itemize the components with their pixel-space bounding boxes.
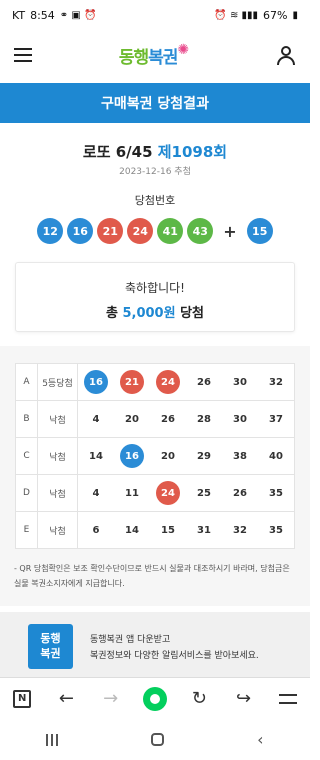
ticket-number: 26 (233, 487, 247, 499)
game-rank: 낙첨 (37, 400, 78, 438)
qr-notice: - QR 당첨확인은 보조 확인수단이므로 반드시 실물과 대조하시기 바라며,… (14, 564, 290, 588)
game-id: A (15, 363, 38, 401)
matched-number: 24 (156, 370, 180, 394)
ticket-number: 4 (92, 413, 100, 425)
green-dot-button[interactable] (140, 684, 170, 714)
game-rank: 낙첨 (37, 474, 78, 512)
ticket-number: 32 (269, 376, 283, 388)
back-arrow-icon[interactable]: ← (51, 684, 81, 714)
naver-home-button[interactable]: N (7, 684, 37, 714)
app-logo-icon: 동행 복권 (28, 624, 73, 669)
ticket-number: 32 (233, 524, 247, 536)
game-row: E 낙첨 6 14 15 31 32 35 (15, 511, 295, 549)
game-id: D (15, 474, 38, 512)
game-row: C 낙첨 14 16 20 29 38 40 (15, 437, 295, 475)
signal-icons: ⏰ ≋ ▮▮▮ (214, 9, 259, 21)
congrats-message: 축하합니다! (124, 281, 185, 295)
ticket-number: 26 (161, 413, 175, 425)
game-row: B 낙첨 4 20 26 28 30 37 (15, 400, 295, 438)
prize-summary: 총 5,000원 당첨 (105, 306, 205, 321)
bonus-ball: 15 (246, 218, 273, 244)
site-logo[interactable]: 동행복권 ✺ (119, 42, 190, 68)
winning-ball: 43 (187, 218, 214, 244)
game-numbers: 4 20 26 28 30 37 (77, 400, 295, 438)
site-header: 동행복권 ✺ (0, 30, 310, 80)
result-box: 축하합니다! 총 5,000원 당첨 (15, 262, 295, 332)
ticket-number: 20 (161, 450, 175, 462)
status-bar: KT 8:54 ⚭ ▣ ⏰ ⏰ ≋ ▮▮▮ 67% ▮ (0, 0, 310, 30)
refresh-icon[interactable]: ↻ (184, 684, 214, 714)
prize-amount: 5,000원 (122, 306, 176, 321)
plus-sign: + (223, 221, 237, 241)
game-id: E (15, 511, 38, 549)
matched-number: 21 (120, 370, 144, 394)
matched-number: 16 (84, 370, 108, 394)
promo-text: 동행복권 앱 다운받고 복권정보와 다양한 알림서비스를 받아보세요. (90, 635, 259, 661)
ticket-results-table: A 5등당첨 16 21 24 26 30 32 B 낙첨 4 20 26 28 30 37 C 낙첨 14 16 20… (15, 363, 295, 549)
home-icon[interactable] (151, 733, 165, 746)
winning-numbers-label: 당첨번호 (134, 194, 176, 207)
game-numbers: 14 16 20 29 38 40 (77, 437, 295, 475)
ticket-number: 40 (269, 450, 283, 462)
game-numbers: 16 21 24 26 30 32 (77, 363, 295, 401)
game-rank: 낙첨 (37, 511, 78, 549)
winning-ball: 12 (37, 218, 64, 244)
page-title: 구매복권 당첨결과 (0, 83, 310, 123)
ticket-number: 14 (89, 450, 103, 462)
winning-ball: 16 (67, 218, 94, 244)
draw-round: 제1098회 (157, 143, 228, 161)
ticket-number: 30 (233, 413, 247, 425)
matched-number: 16 (120, 444, 144, 468)
ticket-number: 4 (92, 487, 100, 499)
game-numbers: 4 11 24 25 26 35 (77, 474, 295, 512)
matched-number: 24 (156, 481, 180, 505)
battery-level: 67% (263, 8, 288, 22)
ticket-number: 6 (92, 524, 100, 536)
game-row: D 낙첨 4 11 24 25 26 35 (15, 474, 295, 512)
ticket-number: 15 (161, 524, 175, 536)
winning-ball: 24 (127, 218, 154, 244)
winning-ball: 41 (157, 218, 184, 244)
recent-apps-icon[interactable] (46, 733, 59, 746)
back-icon[interactable]: ‹ (257, 730, 263, 749)
ticket-number: 37 (269, 413, 283, 425)
ticket-number: 35 (269, 524, 283, 536)
ticket-number: 14 (125, 524, 139, 536)
winning-numbers: 12 16 21 24 41 43 + 15 (0, 218, 310, 244)
ticket-number: 38 (233, 450, 247, 462)
game-id: C (15, 437, 38, 475)
ticket-number: 31 (197, 524, 211, 536)
game-row: A 5등당첨 16 21 24 26 30 32 (15, 363, 295, 401)
ticket-number: 28 (197, 413, 211, 425)
ticket-number: 30 (233, 376, 247, 388)
browser-toolbar: N ← → ↻ ↪ (0, 677, 310, 719)
game-name: 로또 6/45 (82, 143, 153, 161)
naver-n-icon: N (13, 689, 32, 708)
draw-heading: 로또 6/45 제1098회 (0, 141, 310, 162)
system-nav-bar: ‹ (0, 719, 310, 760)
game-rank: 낙첨 (37, 437, 78, 475)
winning-ball: 21 (97, 218, 124, 244)
ticket-number: 35 (269, 487, 283, 499)
clock: 8:54 (30, 8, 55, 22)
app-promo-banner[interactable]: 동행 복권 동행복권 앱 다운받고 복권정보와 다양한 알림서비스를 받아보세요… (0, 612, 310, 677)
logo-burst-icon: ✺ (177, 42, 190, 58)
carrier-label: KT (12, 8, 26, 22)
ticket-number: 11 (125, 487, 139, 499)
ticket-number: 26 (197, 376, 211, 388)
forward-arrow-icon[interactable]: → (96, 684, 126, 714)
share-icon[interactable]: ↪ (229, 684, 259, 714)
game-numbers: 6 14 15 31 32 35 (77, 511, 295, 549)
ticket-number: 29 (197, 450, 211, 462)
ticket-number: 20 (125, 413, 139, 425)
ticket-number: 25 (197, 487, 211, 499)
game-id: B (15, 400, 38, 438)
battery-icon: ▮ (292, 9, 298, 21)
menu-icon[interactable] (273, 684, 303, 714)
draw-date: 2023-12-16 추첨 (119, 167, 191, 177)
user-account-icon[interactable] (276, 45, 296, 65)
game-rank: 5등당첨 (37, 363, 78, 401)
hamburger-menu-icon[interactable] (14, 48, 32, 62)
notification-icons: ⚭ ▣ ⏰ (59, 9, 97, 21)
